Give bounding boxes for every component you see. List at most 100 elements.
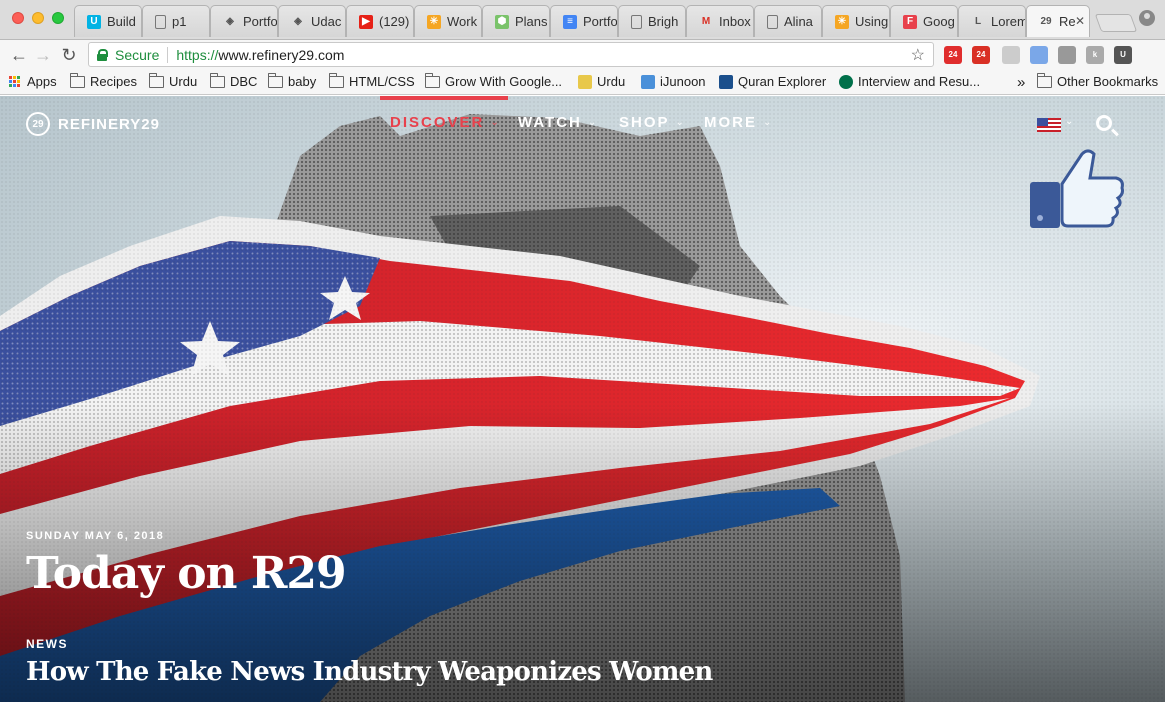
r29-logo-icon: 29 [26, 112, 50, 136]
page-headline[interactable]: Today on R29 [26, 548, 347, 599]
tab-title: Portfo [243, 14, 277, 29]
minimize-window-button[interactable] [32, 12, 44, 24]
tab-lorem[interactable]: L Lorem [958, 5, 1026, 37]
lock-icon [97, 48, 108, 61]
forward-button[interactable]: → [32, 44, 54, 66]
bookmark-label: HTML/CSS [349, 74, 415, 89]
search-icon[interactable] [1096, 115, 1112, 131]
reload-button[interactable]: ↻ [58, 44, 80, 66]
story-title[interactable]: How The Fake News Industry Weaponizes Wo… [26, 657, 713, 687]
pinterest-badge-icon[interactable]: 24 [944, 46, 962, 64]
bookmark-item[interactable]: Urdu [578, 74, 625, 89]
close-window-button[interactable] [12, 12, 24, 24]
f-icon: F [903, 14, 917, 29]
cube-icon: ⬢ [495, 14, 509, 29]
address-bar[interactable]: Secure https:// www.refinery29.com ☆ [88, 42, 934, 67]
udacity-ext-icon[interactable]: U [1114, 46, 1132, 64]
folder-icon [424, 72, 440, 88]
tab-inbox[interactable]: M Inbox [686, 5, 754, 37]
secure-label: Secure [115, 46, 160, 63]
tab-build[interactable]: U Build [74, 5, 142, 37]
feather-icon[interactable] [1002, 46, 1020, 64]
tab-p1[interactable]: p1 [142, 5, 210, 37]
profile-icon[interactable] [1139, 10, 1155, 26]
url-host: www.refinery29.com [218, 46, 345, 63]
asterisk-icon: ✳ [835, 14, 849, 29]
bookmark-item[interactable]: Recipes [69, 72, 137, 89]
bookmark-label: DBC [230, 74, 258, 89]
bookmark-label: Urdu [169, 74, 198, 89]
folder-icon [1036, 72, 1052, 88]
l-icon: L [974, 16, 982, 27]
nav-discover[interactable]: DISCOVER ⌄ [390, 114, 501, 131]
tab-re[interactable]: 29 Re ✕ [1026, 5, 1090, 37]
udacity-icon: U [87, 14, 101, 29]
bookmark-label: Quran Explorer [738, 74, 827, 89]
bookmark-item[interactable]: iJunoon [641, 74, 706, 89]
adblock-badge-icon[interactable]: 24 [972, 46, 990, 64]
back-button[interactable]: ← [8, 44, 30, 66]
k-ext-icon[interactable]: k [1086, 46, 1104, 64]
tab-work[interactable]: ✳ Work [414, 5, 482, 37]
bookmark-item[interactable]: baby [267, 72, 316, 89]
tab-udac[interactable]: ◈ Udac [278, 5, 346, 37]
codepen-icon: ◈ [226, 16, 234, 27]
bookmark-item[interactable]: Grow With Google... [424, 72, 563, 89]
tab-title: Udac [311, 14, 342, 29]
bookmark-apps[interactable]: Apps [9, 74, 57, 89]
tab-using[interactable]: ✳ Using [822, 5, 890, 37]
bookmark-label: Other Bookmarks [1057, 74, 1159, 89]
nav-shop[interactable]: SHOP ⌄ [619, 114, 686, 131]
close-tab-icon[interactable]: ✕ [1075, 14, 1085, 28]
site-logo[interactable]: 29 REFINERY29 [26, 112, 160, 136]
bookmark-item[interactable]: Interview and Resu... [839, 74, 980, 89]
nav-more[interactable]: MORE ⌄ [704, 114, 773, 131]
nav-watch[interactable]: WATCH ⌄ [518, 114, 598, 131]
tab-title: Portfo [583, 14, 617, 29]
tab-title: Build [107, 14, 136, 29]
folder-icon [69, 72, 85, 88]
tab-title: p1 [172, 14, 187, 29]
bookmark-item[interactable]: Urdu [148, 72, 198, 89]
folder-icon [148, 72, 164, 88]
tab-alina[interactable]: Alina [754, 5, 822, 37]
asterisk-icon: ✳ [427, 14, 441, 29]
codepen-icon: ◈ [294, 16, 302, 27]
tab-title: (129) [379, 14, 410, 29]
starbucks-icon [839, 74, 853, 89]
docs-ext-icon[interactable] [1030, 46, 1048, 64]
tab-129[interactable]: ▶ (129) [346, 5, 414, 37]
quran-icon [719, 74, 733, 89]
tab-title: Brigh [648, 14, 679, 29]
bookmark-star-icon[interactable]: ☆ [911, 45, 925, 65]
bookmark-other[interactable]: Other Bookmarks [1036, 72, 1159, 89]
nav-label: DISCOVER [390, 114, 485, 131]
tab-plans[interactable]: ⬢ Plans [482, 5, 550, 37]
tab-portfo[interactable]: ◈ Portfo [210, 5, 278, 37]
bookmark-item[interactable]: DBC [209, 72, 258, 89]
tab-title: Plans [515, 14, 548, 29]
hero-section: 29 REFINERY29 DISCOVER ⌄ WATCH ⌄ SHOP ⌄ MORE ⌄ … [0, 96, 1165, 702]
locale-chevron-down-icon[interactable]: ⌄ [1065, 116, 1073, 127]
chevron-down-icon: ⌄ [587, 117, 599, 128]
barcode-icon[interactable] [1058, 46, 1076, 64]
folder-icon [267, 72, 283, 88]
bookmarks-overflow-button[interactable]: » [1017, 74, 1025, 91]
us-flag-icon[interactable] [1037, 118, 1061, 132]
r29-icon: 29 [1040, 16, 1052, 27]
tab-portfo[interactable]: ≡ Portfo [550, 5, 618, 37]
bookmark-label: Grow With Google... [445, 74, 563, 89]
new-tab-button[interactable] [1094, 14, 1138, 32]
tab-title: Goog [923, 14, 955, 29]
maximize-window-button[interactable] [52, 12, 64, 24]
story-category[interactable]: NEWS [26, 637, 68, 651]
nav-label: MORE [704, 114, 757, 131]
bookmark-item[interactable]: HTML/CSS [328, 72, 415, 89]
nav-label: SHOP [619, 114, 670, 131]
tab-brigh[interactable]: Brigh [618, 5, 686, 37]
tabs: U Build p1 ◈ Portfo ◈ Udac ▶ (129) ✳ Work ⬢ Plans ≡ Po… [74, 5, 1090, 40]
tab-goog[interactable]: F Goog [890, 5, 958, 37]
tab-title: Alina [784, 14, 813, 29]
bookmark-item[interactable]: Quran Explorer [719, 74, 826, 89]
apps-grid-icon [9, 75, 21, 88]
